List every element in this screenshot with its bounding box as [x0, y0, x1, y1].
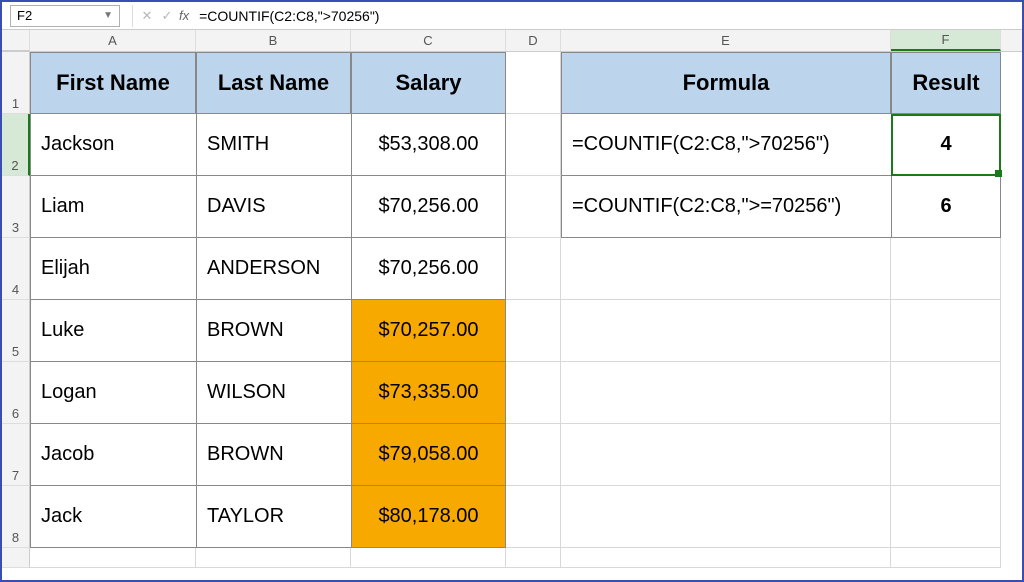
cell-last-name[interactable]: BROWN	[196, 424, 351, 486]
name-box-value: F2	[17, 8, 32, 23]
cell[interactable]	[506, 548, 561, 568]
cell-d1[interactable]	[506, 52, 561, 114]
cell-result[interactable]: 4	[891, 114, 1001, 176]
header-salary[interactable]: Salary	[351, 52, 506, 114]
col-header-a[interactable]: A	[30, 30, 196, 51]
enter-icon[interactable]: ✓	[157, 8, 177, 24]
cell-last-name[interactable]: ANDERSON	[196, 238, 351, 300]
table-row	[2, 548, 1022, 568]
row-header[interactable]: 8	[2, 486, 30, 548]
table-row: 1 First Name Last Name Salary Formula Re…	[2, 52, 1022, 114]
cell-salary[interactable]: $70,256.00	[351, 238, 506, 300]
cell-first-name[interactable]: Logan	[30, 362, 196, 424]
header-formula[interactable]: Formula	[561, 52, 891, 114]
cell-first-name[interactable]: Elijah	[30, 238, 196, 300]
divider	[132, 5, 133, 27]
cell-salary[interactable]: $70,257.00	[351, 300, 506, 362]
column-headers: A B C D E F	[2, 30, 1022, 52]
cell-formula[interactable]: =COUNTIF(C2:C8,">70256")	[561, 114, 891, 176]
table-row: 6 Logan WILSON $73,335.00	[2, 362, 1022, 424]
cell-last-name[interactable]: SMITH	[196, 114, 351, 176]
table-row: 8 Jack TAYLOR $80,178.00	[2, 486, 1022, 548]
cell-e5[interactable]	[561, 300, 891, 362]
rows-container: 1 First Name Last Name Salary Formula Re…	[2, 52, 1022, 568]
table-row: 5 Luke BROWN $70,257.00	[2, 300, 1022, 362]
row-header[interactable]	[2, 548, 30, 568]
cell-d3[interactable]	[506, 176, 561, 238]
cell-f7[interactable]	[891, 424, 1001, 486]
table-row: 7 Jacob BROWN $79,058.00	[2, 424, 1022, 486]
cell-e4[interactable]	[561, 238, 891, 300]
cell-last-name[interactable]: DAVIS	[196, 176, 351, 238]
table-row: 3 Liam DAVIS $70,256.00 =COUNTIF(C2:C8,"…	[2, 176, 1022, 238]
cell-formula[interactable]: =COUNTIF(C2:C8,">=70256")	[561, 176, 891, 238]
cell-f5[interactable]	[891, 300, 1001, 362]
cell[interactable]	[891, 548, 1001, 568]
table-row: 2 Jackson SMITH $53,308.00 =COUNTIF(C2:C…	[2, 114, 1022, 176]
header-first-name[interactable]: First Name	[30, 52, 196, 114]
row-header[interactable]: 3	[2, 176, 30, 238]
row-header[interactable]: 7	[2, 424, 30, 486]
row-header[interactable]: 4	[2, 238, 30, 300]
name-box[interactable]: F2 ▼	[10, 5, 120, 27]
cell-result[interactable]: 6	[891, 176, 1001, 238]
col-header-b[interactable]: B	[196, 30, 351, 51]
header-result[interactable]: Result	[891, 52, 1001, 114]
cell-d5[interactable]	[506, 300, 561, 362]
cell-salary[interactable]: $53,308.00	[351, 114, 506, 176]
row-header[interactable]: 6	[2, 362, 30, 424]
chevron-down-icon[interactable]: ▼	[103, 10, 113, 21]
cell-d4[interactable]	[506, 238, 561, 300]
select-all-corner[interactable]	[2, 30, 30, 51]
cell-first-name[interactable]: Jackson	[30, 114, 196, 176]
cell-last-name[interactable]: BROWN	[196, 300, 351, 362]
cell-f8[interactable]	[891, 486, 1001, 548]
cell-d8[interactable]	[506, 486, 561, 548]
cell-first-name[interactable]: Liam	[30, 176, 196, 238]
cell-salary[interactable]: $80,178.00	[351, 486, 506, 548]
cell-f4[interactable]	[891, 238, 1001, 300]
cell-f6[interactable]	[891, 362, 1001, 424]
cell-salary[interactable]: $79,058.00	[351, 424, 506, 486]
cell-first-name[interactable]: Jack	[30, 486, 196, 548]
row-header[interactable]: 1	[2, 52, 30, 114]
cell-e8[interactable]	[561, 486, 891, 548]
row-header[interactable]: 2	[2, 114, 30, 176]
table-row: 4 Elijah ANDERSON $70,256.00	[2, 238, 1022, 300]
cell-salary[interactable]: $73,335.00	[351, 362, 506, 424]
cancel-icon[interactable]: ✕	[137, 8, 157, 24]
cell-first-name[interactable]: Luke	[30, 300, 196, 362]
row-header[interactable]: 5	[2, 300, 30, 362]
col-header-f[interactable]: F	[891, 30, 1001, 51]
col-header-d[interactable]: D	[506, 30, 561, 51]
cell-e7[interactable]	[561, 424, 891, 486]
cell-d7[interactable]	[506, 424, 561, 486]
cell-first-name[interactable]: Jacob	[30, 424, 196, 486]
spreadsheet-grid[interactable]: A B C D E F 1 First Name Last Name Salar…	[2, 30, 1022, 580]
cell[interactable]	[196, 548, 351, 568]
cell-e6[interactable]	[561, 362, 891, 424]
cell-salary[interactable]: $70,256.00	[351, 176, 506, 238]
cell-last-name[interactable]: WILSON	[196, 362, 351, 424]
cell[interactable]	[561, 548, 891, 568]
cell-d6[interactable]	[506, 362, 561, 424]
fx-icon[interactable]: fx	[179, 8, 189, 23]
formula-input[interactable]	[195, 5, 1022, 27]
col-header-c[interactable]: C	[351, 30, 506, 51]
formula-bar: F2 ▼ ✕ ✓ fx	[2, 2, 1022, 30]
cell[interactable]	[351, 548, 506, 568]
cell-d2[interactable]	[506, 114, 561, 176]
col-header-e[interactable]: E	[561, 30, 891, 51]
cell[interactable]	[30, 548, 196, 568]
cell-last-name[interactable]: TAYLOR	[196, 486, 351, 548]
header-last-name[interactable]: Last Name	[196, 52, 351, 114]
